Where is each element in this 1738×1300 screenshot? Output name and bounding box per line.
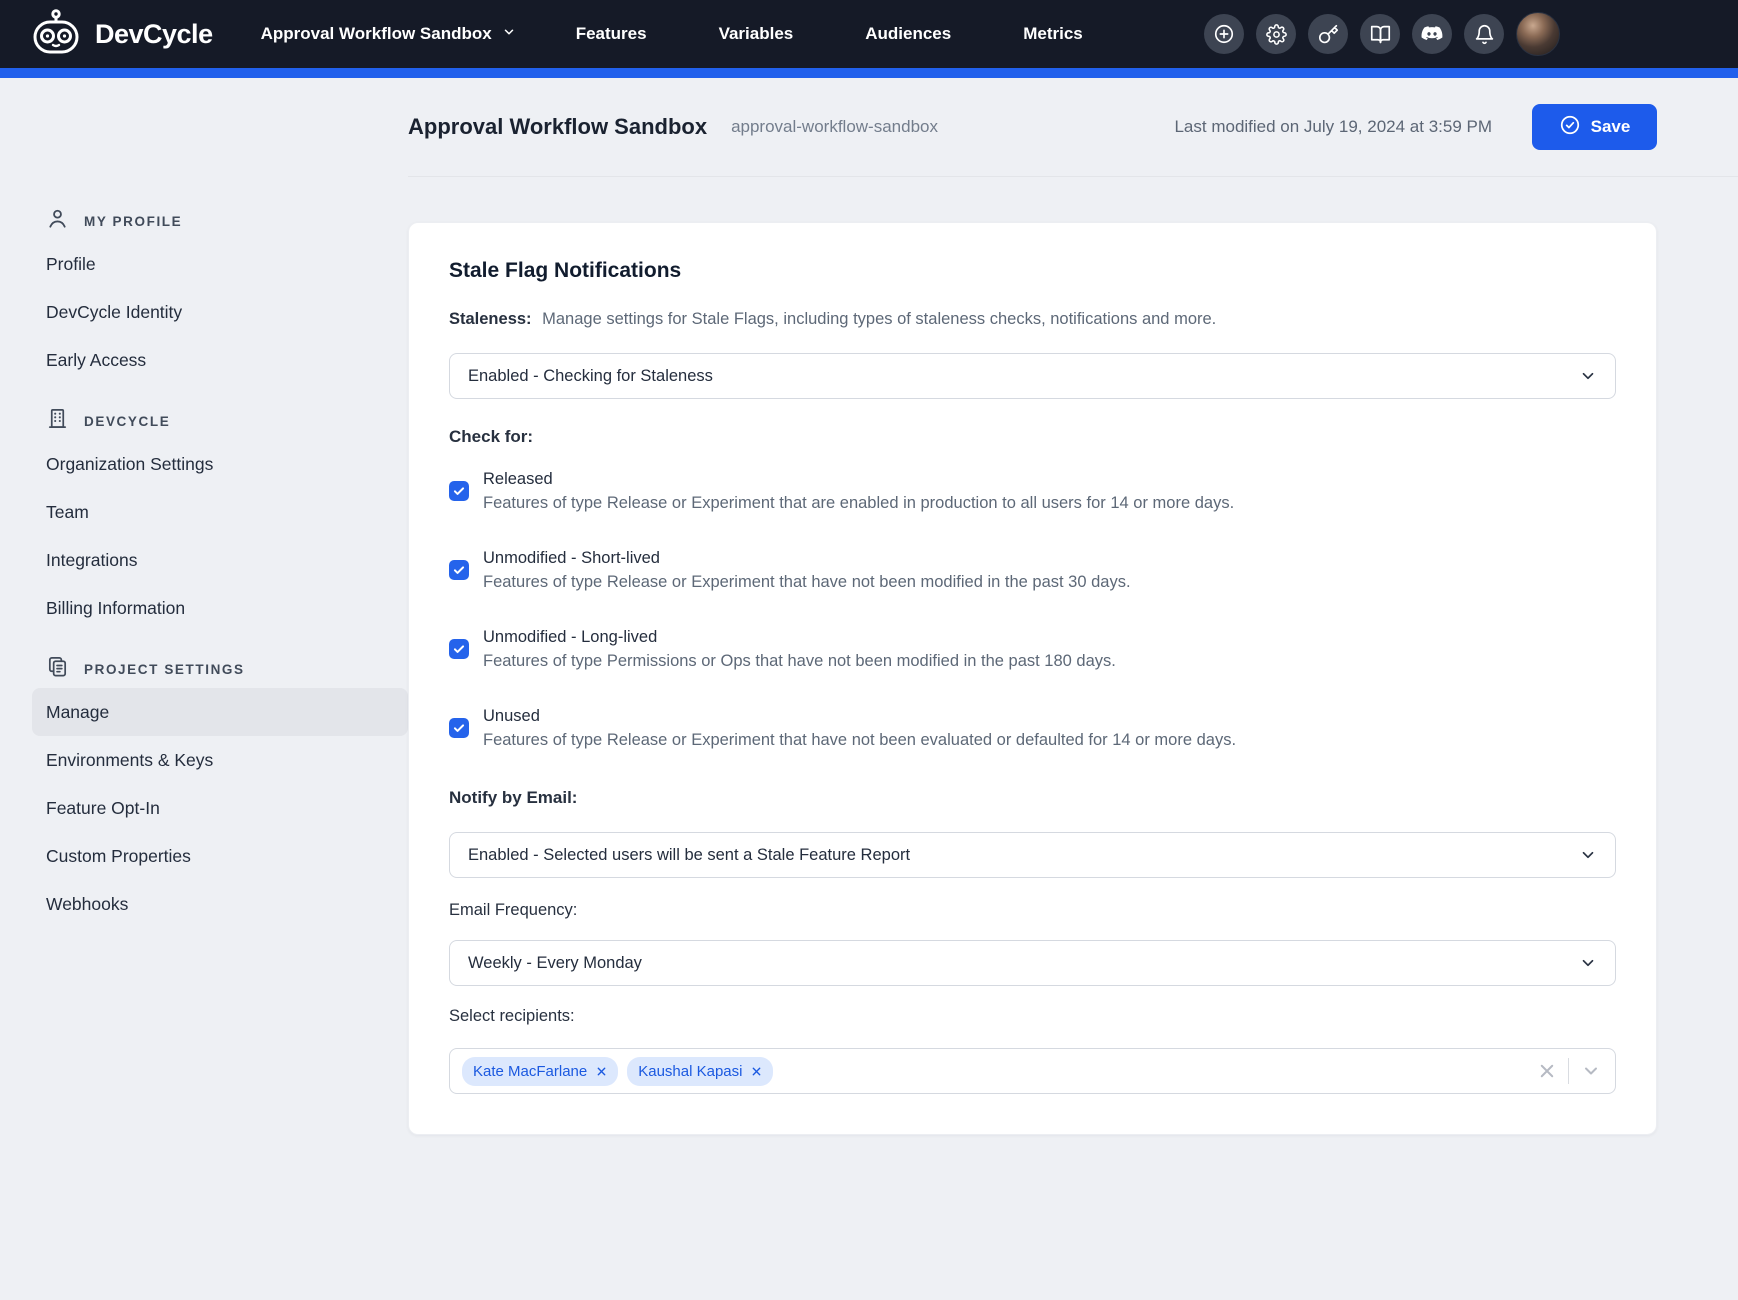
check-description: Features of type Release or Experiment t… (483, 570, 1131, 594)
check-for-label: Check for: (449, 425, 1616, 449)
recipient-name: Kate MacFarlane (473, 1063, 587, 1080)
api-key-icon[interactable] (1308, 14, 1348, 54)
remove-recipient-icon[interactable] (596, 1066, 607, 1077)
chevron-down-icon (1579, 846, 1597, 864)
nav-metrics[interactable]: Metrics (1023, 24, 1083, 44)
sidebar-section-label: DEVCYCLE (84, 414, 170, 429)
chevron-down-icon (1579, 954, 1597, 972)
project-selector-label: Approval Workflow Sandbox (261, 24, 492, 44)
settings-sidebar: MY PROFILE Profile DevCycle Identity Ear… (0, 78, 408, 1300)
sidebar-item-team[interactable]: Team (32, 488, 408, 536)
sidebar-item-feature-opt-in[interactable]: Feature Opt-In (32, 784, 408, 832)
sidebar-section-project-settings: PROJECT SETTINGS (32, 656, 408, 682)
project-selector[interactable]: Approval Workflow Sandbox (261, 24, 516, 44)
email-frequency-label: Email Frequency: (449, 898, 1616, 922)
staleness-select[interactable]: Enabled - Checking for Staleness (449, 353, 1616, 399)
check-description: Features of type Release or Experiment t… (483, 491, 1234, 515)
discord-icon[interactable] (1412, 14, 1452, 54)
check-circle-icon (1559, 114, 1581, 141)
sidebar-item-manage[interactable]: Manage (32, 688, 408, 736)
nav-features[interactable]: Features (576, 24, 647, 44)
frequency-select-value: Weekly - Every Monday (468, 954, 642, 973)
card-title: Stale Flag Notifications (449, 259, 1616, 283)
unmodified-long-checkbox[interactable] (449, 639, 469, 659)
stale-flag-notifications-card: Stale Flag Notifications Staleness: Mana… (408, 222, 1657, 1135)
sidebar-item-custom-properties[interactable]: Custom Properties (32, 832, 408, 880)
check-row-unused: Unused Features of type Release or Exper… (449, 704, 1616, 752)
building-icon (46, 407, 69, 435)
recipients-chevron-down-icon[interactable] (1581, 1061, 1601, 1081)
notify-by-email-label: Notify by Email: (449, 786, 1616, 810)
chevron-down-icon (1579, 367, 1597, 385)
recipient-tag: Kaushal Kapasi (627, 1057, 773, 1086)
sidebar-item-integrations[interactable]: Integrations (32, 536, 408, 584)
settings-gear-icon[interactable] (1256, 14, 1296, 54)
user-avatar[interactable] (1516, 12, 1560, 56)
clipboard-icon (46, 655, 69, 683)
sidebar-item-environments-keys[interactable]: Environments & Keys (32, 736, 408, 784)
recipient-name: Kaushal Kapasi (638, 1063, 742, 1080)
project-slug: approval-workflow-sandbox (731, 117, 938, 137)
page-title: Approval Workflow Sandbox (408, 114, 707, 140)
page-header: Approval Workflow Sandbox approval-workf… (408, 78, 1738, 177)
check-description: Features of type Release or Experiment t… (483, 728, 1236, 752)
unused-checkbox[interactable] (449, 718, 469, 738)
notify-by-email-select[interactable]: Enabled - Selected users will be sent a … (449, 832, 1616, 878)
sidebar-section-label: MY PROFILE (84, 214, 182, 229)
sidebar-item-devcycle-identity[interactable]: DevCycle Identity (32, 288, 408, 336)
check-title: Unmodified - Long-lived (483, 625, 1116, 649)
notify-select-value: Enabled - Selected users will be sent a … (468, 846, 910, 865)
nav-variables[interactable]: Variables (719, 24, 794, 44)
brand-name: DevCycle (95, 19, 213, 50)
check-title: Unmodified - Short-lived (483, 546, 1131, 570)
staleness-description-row: Staleness: Manage settings for Stale Fla… (449, 307, 1616, 331)
devcycle-robot-icon (30, 9, 82, 60)
recipient-tag: Kate MacFarlane (462, 1057, 618, 1086)
remove-recipient-icon[interactable] (751, 1066, 762, 1077)
staleness-description: Manage settings for Stale Flags, includi… (542, 310, 1216, 328)
sidebar-item-billing-information[interactable]: Billing Information (32, 584, 408, 632)
sidebar-section-label: PROJECT SETTINGS (84, 662, 245, 677)
page: DevCycle Approval Workflow Sandbox Featu… (0, 0, 1738, 1300)
add-circle-icon[interactable] (1204, 14, 1244, 54)
unmodified-short-checkbox[interactable] (449, 560, 469, 580)
sidebar-item-webhooks[interactable]: Webhooks (32, 880, 408, 928)
sidebar-item-early-access[interactable]: Early Access (32, 336, 408, 384)
email-frequency-select[interactable]: Weekly - Every Monday (449, 940, 1616, 986)
check-title: Unused (483, 704, 1236, 728)
staleness-label: Staleness: (449, 310, 532, 328)
check-title: Released (483, 467, 1234, 491)
check-row-unmodified-short: Unmodified - Short-lived Features of typ… (449, 546, 1616, 594)
main-content: Approval Workflow Sandbox approval-workf… (408, 78, 1738, 1300)
select-recipients-label: Select recipients: (449, 1004, 1616, 1028)
clear-recipients-icon[interactable] (1538, 1062, 1556, 1080)
staleness-select-value: Enabled - Checking for Staleness (468, 367, 713, 386)
check-row-released: Released Features of type Release or Exp… (449, 467, 1616, 515)
check-row-unmodified-long: Unmodified - Long-lived Features of type… (449, 625, 1616, 673)
check-description: Features of type Permissions or Ops that… (483, 649, 1116, 673)
notifications-bell-icon[interactable] (1464, 14, 1504, 54)
last-modified-text: Last modified on July 19, 2024 at 3:59 P… (1174, 117, 1492, 137)
multiselect-divider (1568, 1058, 1569, 1084)
nav-audiences[interactable]: Audiences (865, 24, 951, 44)
devcycle-logo[interactable]: DevCycle (30, 9, 213, 60)
sidebar-section-devcycle: DEVCYCLE (32, 408, 408, 434)
save-button[interactable]: Save (1532, 104, 1657, 150)
sidebar-item-profile[interactable]: Profile (32, 240, 408, 288)
recipient-tags: Kate MacFarlane Kaushal Kapasi (462, 1057, 773, 1086)
sidebar-item-organization-settings[interactable]: Organization Settings (32, 440, 408, 488)
multiselect-controls (1538, 1058, 1601, 1084)
navbar-icon-group (1204, 12, 1560, 56)
docs-book-icon[interactable] (1360, 14, 1400, 54)
recipients-multiselect[interactable]: Kate MacFarlane Kaushal Kapasi (449, 1048, 1616, 1094)
primary-nav: Features Variables Audiences Metrics (576, 24, 1083, 44)
top-navbar: DevCycle Approval Workflow Sandbox Featu… (0, 0, 1738, 68)
save-button-label: Save (1591, 117, 1631, 137)
chevron-down-icon (502, 24, 516, 44)
accent-bar (0, 68, 1738, 78)
sidebar-section-my-profile: MY PROFILE (32, 208, 408, 234)
released-checkbox[interactable] (449, 481, 469, 501)
person-icon (46, 207, 69, 235)
